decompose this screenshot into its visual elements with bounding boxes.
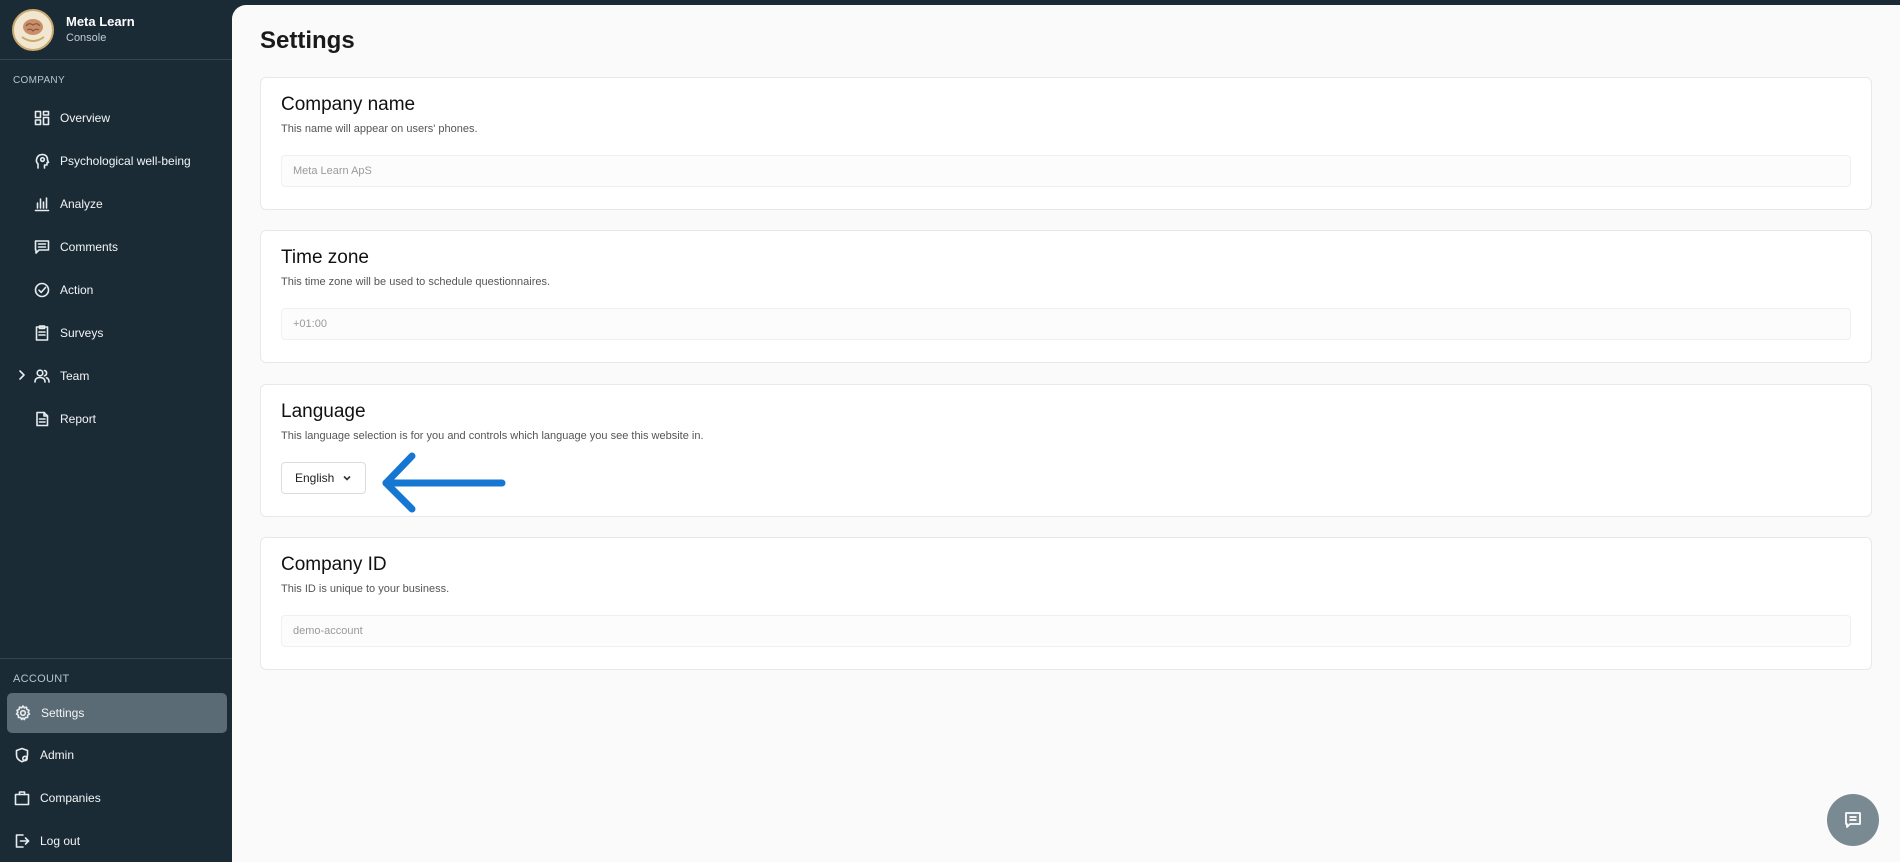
main-content: Settings Company name This name will app…	[232, 5, 1900, 862]
chat-icon	[1845, 812, 1861, 828]
sidebar-item-companies[interactable]: Companies	[0, 776, 232, 819]
sidebar-divider	[0, 658, 232, 659]
sidebar-item-psychological-well-being[interactable]: Psychological well-being	[0, 139, 232, 182]
bar-chart-icon	[34, 196, 50, 212]
sidebar-item-label: Team	[60, 368, 90, 383]
section-label-company: COMPANY	[13, 75, 65, 86]
sidebar-item-label: Surveys	[60, 325, 104, 340]
sidebar-item-label: Settings	[41, 706, 85, 720]
logout-icon	[14, 833, 30, 849]
sidebar-item-settings[interactable]: Settings	[7, 693, 227, 733]
company-name-card: Company name This name will appear on us…	[260, 77, 1872, 210]
brand-subtitle: Console	[66, 31, 107, 44]
page-title: Settings	[260, 27, 355, 54]
sidebar-item-report[interactable]: Report	[0, 397, 232, 440]
sidebar-item-surveys[interactable]: Surveys	[0, 311, 232, 354]
shield-icon	[14, 747, 30, 763]
chevron-right-icon[interactable]	[16, 368, 28, 382]
check-circle-icon	[34, 282, 50, 298]
company-name-description: This name will appear on users' phones.	[281, 123, 478, 135]
briefcase-icon	[14, 790, 30, 806]
clipboard-icon	[34, 324, 50, 341]
sidebar-item-comments[interactable]: Comments	[0, 225, 232, 268]
chevron-down-icon	[343, 475, 351, 481]
sidebar-item-action[interactable]: Action	[0, 268, 232, 311]
language-select-value: English	[295, 471, 335, 485]
sidebar-item-label: Analyze	[60, 196, 103, 211]
annotation-arrow-icon	[382, 452, 506, 513]
company-name-title: Company name	[281, 94, 416, 115]
sidebar-item-label: Overview	[60, 110, 111, 125]
company-id-card: Company ID This ID is unique to your bus…	[260, 537, 1872, 670]
sidebar-item-label: Psychological well-being	[60, 153, 191, 168]
sidebar-item-overview[interactable]: Overview	[0, 96, 232, 139]
time-zone-title: Time zone	[281, 247, 369, 268]
head-icon	[34, 153, 50, 169]
time-zone-field[interactable]: +01:00	[281, 308, 1851, 340]
sidebar-item-label: Comments	[60, 239, 119, 254]
document-icon	[34, 411, 50, 427]
brand-header[interactable]: Meta Learn Console	[0, 0, 232, 60]
sidebar-item-label: Log out	[40, 833, 81, 848]
section-label-account: ACCOUNT	[13, 673, 70, 685]
time-zone-description: This time zone will be used to schedule …	[281, 276, 551, 288]
gear-icon	[15, 705, 31, 721]
brand-title: Meta Learn	[66, 13, 135, 29]
sidebar-item-log-out[interactable]: Log out	[0, 819, 232, 862]
comment-icon	[34, 239, 50, 255]
sidebar: Meta Learn Console COMPANY Overview Psyc…	[0, 0, 232, 862]
sidebar-item-label: Companies	[40, 790, 101, 805]
time-zone-card: Time zone This time zone will be used to…	[260, 230, 1872, 363]
sidebar-item-admin[interactable]: Admin	[0, 733, 232, 776]
company-name-field[interactable]: Meta Learn ApS	[281, 155, 1851, 187]
company-id-description: This ID is unique to your business.	[281, 583, 450, 595]
grid-icon	[34, 110, 50, 126]
sidebar-item-analyze[interactable]: Analyze	[0, 182, 232, 225]
sidebar-item-label: Admin	[40, 747, 75, 762]
sidebar-item-label: Report	[60, 411, 97, 426]
account-nav: Settings Admin Companies Log out	[0, 693, 232, 862]
language-select[interactable]: English	[281, 462, 366, 494]
company-id-field[interactable]: demo-account	[281, 615, 1851, 647]
chat-button[interactable]	[1827, 794, 1879, 846]
language-description: This language selection is for you and c…	[281, 430, 704, 442]
sidebar-item-label: Action	[60, 282, 94, 297]
brain-logo-icon	[12, 8, 54, 51]
sidebar-item-team[interactable]: Team	[0, 354, 232, 397]
language-title: Language	[281, 401, 366, 422]
company-id-title: Company ID	[281, 554, 387, 575]
company-nav: Overview Psychological well-being Analyz…	[0, 96, 232, 440]
users-icon	[34, 368, 50, 384]
